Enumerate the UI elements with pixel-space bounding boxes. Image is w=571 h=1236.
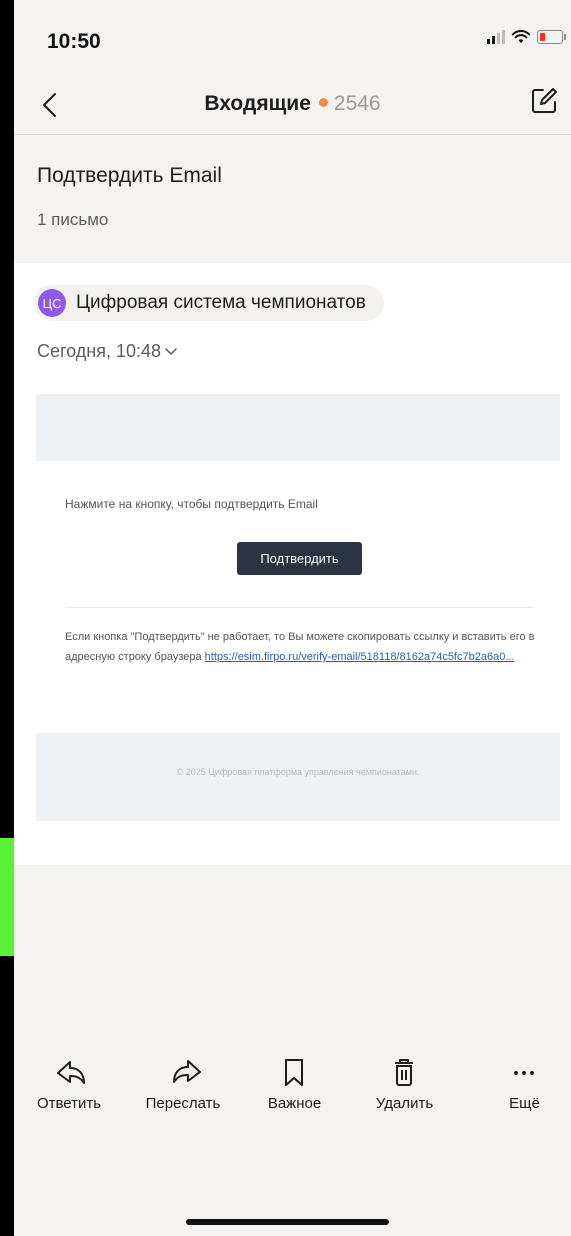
email-main: Нажмите на кнопку, чтобы подтвердить Ema… xyxy=(36,461,560,733)
nav-title: Входящие 2546 xyxy=(14,92,571,116)
email-divider xyxy=(65,607,533,608)
delete-button[interactable]: Удалить xyxy=(347,1057,462,1137)
important-label: Важное xyxy=(267,1095,322,1112)
email-instruction: Нажмите на кнопку, чтобы подтвердить Ema… xyxy=(65,497,318,511)
verify-link[interactable]: https://esim.firpo.ru/verify-email/51811… xyxy=(205,651,515,663)
sender-name: Цифровая система чемпионатов xyxy=(76,292,366,313)
more-icon xyxy=(514,1071,534,1075)
message-card: ЦС Цифровая система чемпионатов Сегодня,… xyxy=(14,263,571,865)
reply-button[interactable]: Ответить xyxy=(14,1057,124,1137)
thread-subject: Подтвердить Email xyxy=(37,164,222,187)
compose-icon[interactable] xyxy=(529,86,559,116)
email-footer: © 2025 Цифровая платформа управления чем… xyxy=(36,733,560,821)
bottom-toolbar: Ответить Переслать Важное Удалить Ещё xyxy=(14,1057,571,1137)
message-date[interactable]: Сегодня, 10:48 xyxy=(37,341,177,362)
message-date-text: Сегодня, 10:48 xyxy=(37,341,162,361)
nav-bar: Входящие 2546 xyxy=(14,78,571,135)
signal-icon xyxy=(487,30,505,44)
forward-button[interactable]: Переслать xyxy=(124,1057,242,1137)
wifi-icon xyxy=(511,30,531,43)
email-copyright: © 2025 Цифровая платформа управления чем… xyxy=(176,767,420,777)
more-label: Ещё xyxy=(509,1095,540,1112)
trash-icon xyxy=(395,1059,413,1086)
thread-message-count: 1 письмо xyxy=(37,210,109,229)
status-icons xyxy=(487,30,566,44)
sender-chip[interactable]: ЦС Цифровая система чемпионатов xyxy=(34,285,384,321)
sender-avatar: ЦС xyxy=(38,289,66,317)
home-indicator xyxy=(186,1219,389,1225)
confirm-email-button[interactable]: Подтвердить xyxy=(237,542,362,575)
battery-icon xyxy=(537,30,566,44)
forward-label: Переслать xyxy=(145,1095,221,1112)
email-content: Нажмите на кнопку, чтобы подтвердить Ema… xyxy=(36,394,560,821)
forward-icon xyxy=(173,1060,201,1083)
unread-dot xyxy=(318,98,328,108)
folder-name: Входящие xyxy=(204,92,311,115)
email-header-band xyxy=(36,394,560,461)
important-button[interactable]: Важное xyxy=(242,1057,347,1137)
status-time: 10:50 xyxy=(47,30,101,53)
unread-count: 2546 xyxy=(333,92,381,115)
delete-label: Удалить xyxy=(375,1095,434,1112)
reply-icon xyxy=(57,1061,85,1084)
fallback-text: Если кнопка "Подтвердить" не работает, т… xyxy=(65,627,535,667)
chevron-down-icon xyxy=(165,348,177,356)
bookmark-icon xyxy=(285,1059,303,1086)
reply-label: Ответить xyxy=(36,1095,102,1112)
mail-screen: 10:50 Входящие 2546 Подтвердить Email 1 п… xyxy=(14,0,571,1236)
more-button[interactable]: Ещё xyxy=(462,1057,571,1137)
